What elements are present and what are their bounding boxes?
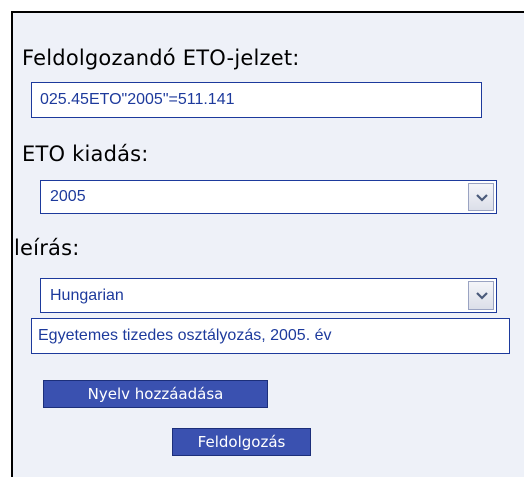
language-dropdown-button[interactable]	[468, 281, 494, 310]
language-select[interactable]: Hungarian	[40, 278, 497, 313]
edition-selected-value: 2005	[50, 188, 86, 205]
edition-label: ETO kiadás:	[22, 142, 149, 166]
chevron-down-icon	[476, 194, 488, 202]
description-input[interactable]	[31, 318, 510, 354]
eto-input-field[interactable]	[32, 83, 481, 117]
process-button[interactable]: Feldolgozás	[172, 428, 311, 456]
eto-label: Feldolgozandó ETO-jelzet:	[22, 46, 300, 70]
description-label: leírás:	[14, 236, 80, 260]
language-selected-value: Hungarian	[50, 286, 124, 304]
chevron-down-icon	[476, 292, 488, 300]
edition-dropdown-button[interactable]	[468, 183, 494, 211]
description-input-field[interactable]	[32, 319, 509, 353]
add-language-button[interactable]: Nyelv hozzáadása	[43, 380, 268, 408]
eto-input[interactable]	[31, 82, 482, 118]
edition-select[interactable]: 2005	[40, 180, 497, 214]
